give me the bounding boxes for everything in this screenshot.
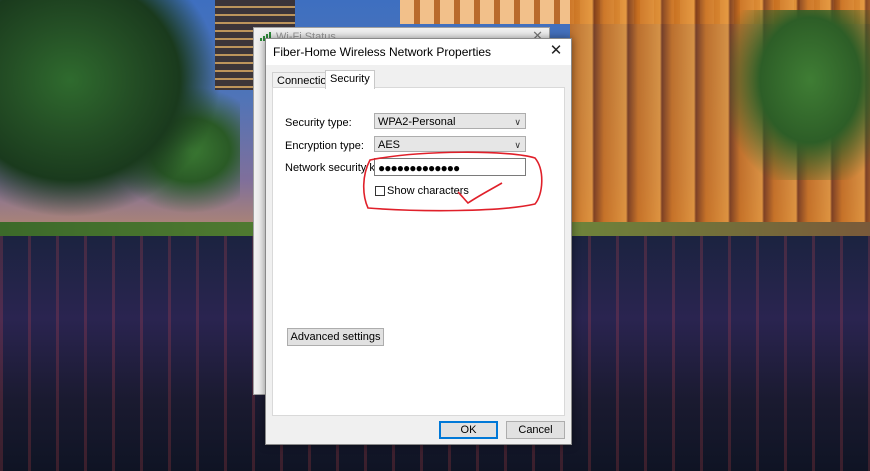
background-tree-right — [730, 10, 870, 180]
close-icon[interactable]: ✕ — [547, 42, 565, 60]
show-characters-checkbox[interactable] — [375, 186, 385, 196]
security-type-dropdown[interactable]: WPA2-Personal ∨ — [374, 113, 526, 129]
security-type-label: Security type: — [285, 117, 352, 129]
chevron-down-icon: ∨ — [514, 140, 521, 150]
background-tree-left — [0, 0, 240, 235]
network-properties-dialog: Fiber-Home Wireless Network Properties ✕… — [265, 38, 572, 445]
security-type-value: WPA2-Personal — [378, 116, 456, 128]
chevron-down-icon: ∨ — [514, 117, 521, 127]
advanced-settings-button[interactable]: Advanced settings — [287, 328, 384, 346]
security-tab-panel: Security type: WPA2-Personal ∨ Encryptio… — [272, 87, 565, 416]
encryption-type-label: Encryption type: — [285, 140, 364, 152]
encryption-type-value: AES — [378, 139, 401, 151]
ok-button[interactable]: OK — [439, 421, 498, 439]
show-characters-label[interactable]: Show characters — [387, 185, 469, 197]
tab-security[interactable]: Security — [325, 70, 375, 89]
network-security-key-input[interactable]: ●●●●●●●●●●●●● — [374, 158, 526, 176]
dialog-title: Fiber-Home Wireless Network Properties — [273, 45, 492, 59]
network-security-key-label: Network security key — [285, 162, 387, 174]
cancel-button[interactable]: Cancel — [506, 421, 565, 439]
dialog-title-bar[interactable]: Fiber-Home Wireless Network Properties ✕ — [266, 39, 571, 65]
encryption-type-dropdown[interactable]: AES ∨ — [374, 136, 526, 152]
